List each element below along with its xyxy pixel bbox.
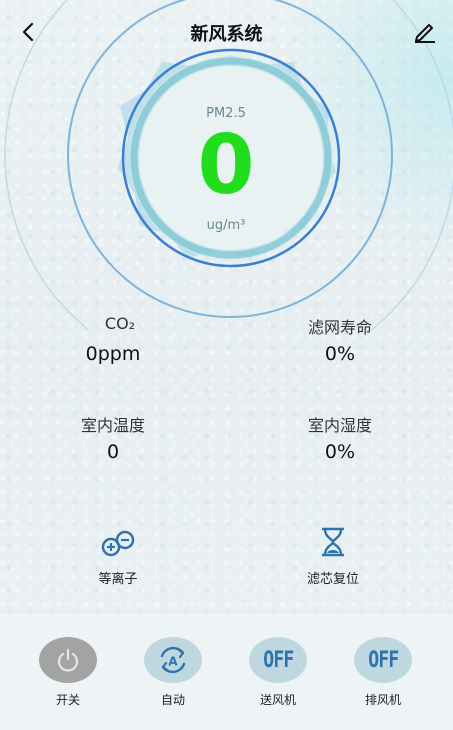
exhaust-fan-circle: OFF — [354, 637, 412, 683]
filter-reset-label: 滤芯复位 — [306, 572, 359, 587]
filter-life-value: 0% — [324, 343, 356, 365]
header: 新风系统 — [0, 0, 453, 64]
supply-fan-state: OFF — [262, 647, 294, 673]
power-button-circle — [39, 637, 97, 683]
auto-icon-text: A — [168, 655, 178, 669]
exhaust-fan-button[interactable]: OFF 排风机 — [345, 637, 421, 708]
auto-button-circle: A — [144, 637, 202, 683]
auto-label: 自动 — [160, 693, 185, 707]
indoor-temp-label: 室内温度 — [80, 416, 145, 435]
indoor-temp-value: 0 — [106, 441, 120, 463]
filter-life-label: 滤网寿命 — [307, 318, 372, 337]
supply-fan-label: 送风机 — [259, 693, 296, 707]
filter-reset-button[interactable]: 滤芯复位 — [273, 520, 393, 587]
plasma-button[interactable]: 等离子 — [58, 520, 178, 587]
hourglass-icon — [322, 527, 344, 557]
power-label: 开关 — [55, 693, 80, 707]
indoor-humidity-label: 室内湿度 — [307, 416, 372, 435]
auto-icon: A — [160, 646, 186, 674]
page-title: 新风系统 — [190, 24, 263, 45]
supply-fan-button[interactable]: OFF 送风机 — [240, 637, 316, 708]
co2-value: 0ppm — [85, 343, 141, 365]
supply-fan-circle: OFF — [249, 637, 307, 683]
indoor-humidity-value: 0% — [324, 441, 356, 463]
auto-button[interactable]: A 自动 — [135, 637, 211, 708]
pm25-unit: ug/m³ — [206, 218, 246, 233]
power-button[interactable]: 开关 — [30, 637, 106, 708]
co2-label: CO₂ — [104, 314, 136, 333]
exhaust-fan-state: OFF — [367, 647, 399, 673]
control-bar: 开关 A 自动 OFF 送风机 OFF 排风机 — [0, 612, 453, 730]
plasma-label: 等离子 — [98, 572, 138, 587]
edit-pencil-icon — [415, 24, 435, 43]
pm25-value: 0 — [197, 118, 255, 213]
exhaust-fan-label: 排风机 — [364, 693, 401, 707]
power-icon — [57, 648, 79, 672]
edit-button[interactable] — [411, 18, 439, 46]
plasma-icon — [101, 530, 135, 557]
